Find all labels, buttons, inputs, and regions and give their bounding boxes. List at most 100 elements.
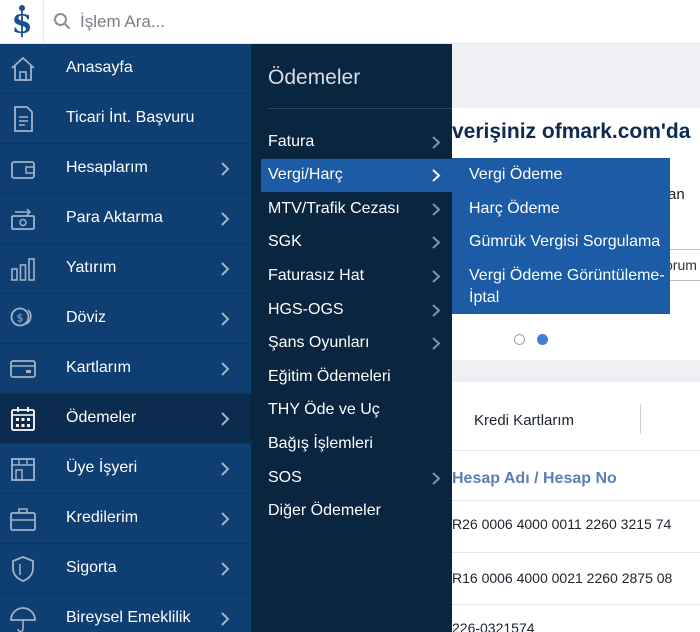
sidebar-item-para-aktarma[interactable]: Para Aktarma xyxy=(0,194,251,244)
chevron-right-icon xyxy=(221,362,230,376)
submenu-item-hgs-ogs[interactable]: HGS-OGS xyxy=(261,294,452,327)
briefcase-icon xyxy=(10,508,36,531)
row-divider xyxy=(452,604,700,605)
chevron-right-icon xyxy=(221,462,230,476)
table-row[interactable]: 226-0321574 xyxy=(452,620,535,632)
submenu-item-label: Bağış İşlemleri xyxy=(268,435,373,452)
sidebar-item-sigorta[interactable]: Sigorta xyxy=(0,544,251,594)
home-icon xyxy=(11,57,35,81)
submenu-item-label: Eğitim Ödemeleri xyxy=(268,368,391,385)
sidebar-item-label: Para Aktarma xyxy=(66,209,163,226)
chevron-right-icon xyxy=(432,304,441,317)
submenu-item-bagis-islemleri[interactable]: Bağış İşlemleri xyxy=(261,428,452,461)
sidebar-item-label: Anasayfa xyxy=(66,59,133,76)
dashboard-content: verişiniz ofmark.com'da an orum Kredi Ka… xyxy=(452,44,700,632)
tab-credit-cards[interactable]: Kredi Kartlarım xyxy=(474,412,574,429)
sidebar-item-label: Yatırım xyxy=(66,259,117,276)
coins-icon: $ xyxy=(10,307,32,327)
payments-submenu: Ödemeler Fatura Vergi/Harç MTV/Trafik Ce… xyxy=(251,44,452,632)
chevron-right-icon xyxy=(432,169,441,182)
chevron-right-icon xyxy=(221,212,230,226)
chevron-right-icon xyxy=(432,236,441,249)
submenu-item-sos[interactable]: SOS xyxy=(261,462,452,495)
banner-text: verişiniz ofmark.com'da xyxy=(452,120,691,143)
submenu-item-label: SGK xyxy=(268,233,302,250)
carousel-dot[interactable] xyxy=(514,334,525,345)
sidebar-item-label: Bireysel Emeklilik xyxy=(66,609,191,626)
chevron-right-icon xyxy=(432,136,441,149)
flyout-item-vergi-odeme-goruntuleme-iptal[interactable]: Vergi Ödeme Görüntüleme-İptal xyxy=(469,265,665,309)
search-icon xyxy=(54,13,70,29)
submenu-item-diger-odemeler[interactable]: Diğer Ödemeler xyxy=(261,495,452,528)
submenu-item-fatura[interactable]: Fatura xyxy=(261,126,452,159)
svg-text:$: $ xyxy=(17,312,24,325)
flyout-item-harc-odeme[interactable]: Harç Ödeme xyxy=(469,198,665,220)
top-bar: $ xyxy=(0,0,700,44)
sidebar-item-hesaplarim[interactable]: Hesaplarım xyxy=(0,144,251,194)
submenu-item-sgk[interactable]: SGK xyxy=(261,226,452,259)
sidebar-item-label: Hesaplarım xyxy=(66,159,148,176)
table-row[interactable]: R26 0006 4000 0011 2260 3215 74 xyxy=(452,516,671,532)
submenu-item-egitim-odemeleri[interactable]: Eğitim Ödemeleri xyxy=(261,361,452,394)
chevron-right-icon xyxy=(221,312,230,326)
main-sidebar: Anasayfa Ticari İnt. Başvuru Hesaplarım … xyxy=(0,44,251,632)
sidebar-item-label: Kartlarım xyxy=(66,359,131,376)
isbank-logo[interactable]: $ xyxy=(0,0,44,44)
submenu-title: Ödemeler xyxy=(268,66,361,89)
flyout-item-gumruk-vergisi-sorgulama[interactable]: Gümrük Vergisi Sorgulama xyxy=(469,231,665,253)
submenu-item-label: SOS xyxy=(268,469,302,486)
storefront-icon xyxy=(11,458,35,481)
sidebar-item-yatirim[interactable]: Yatırım xyxy=(0,244,251,294)
document-icon xyxy=(14,106,33,132)
submenu-item-label: Fatura xyxy=(268,133,315,150)
submenu-item-label: Faturasız Hat xyxy=(268,267,365,284)
flyout-item-vergi-odeme[interactable]: Vergi Ödeme xyxy=(469,164,665,186)
row-divider xyxy=(452,552,700,553)
shield-icon xyxy=(12,556,34,582)
sidebar-item-label: Döviz xyxy=(66,309,107,326)
table-row[interactable]: R16 0006 4000 0021 2260 2875 08 xyxy=(452,570,672,586)
tab-divider xyxy=(452,450,700,451)
carousel-dot-active[interactable] xyxy=(537,334,548,345)
sidebar-item-anasayfa[interactable]: Anasayfa xyxy=(0,44,251,94)
wallet-icon xyxy=(11,161,35,179)
submenu-item-thy-ode-uc[interactable]: THY Öde ve Uç xyxy=(261,394,452,427)
sidebar-item-label: Ödemeler xyxy=(66,409,137,426)
submenu-item-label: HGS-OGS xyxy=(268,301,344,318)
chevron-right-icon xyxy=(432,203,441,216)
svg-text:$: $ xyxy=(11,6,32,40)
sidebar-item-uye-isyeri[interactable]: Üye İşyeri xyxy=(0,444,251,494)
umbrella-icon xyxy=(10,607,36,632)
submenu-item-faturasiz-hat[interactable]: Faturasız Hat xyxy=(261,260,452,293)
chevron-right-icon xyxy=(432,270,441,283)
chevron-right-icon xyxy=(221,162,230,176)
submenu-divider xyxy=(268,108,452,109)
submenu-item-mtv-trafik[interactable]: MTV/Trafik Cezası xyxy=(261,193,452,226)
sidebar-item-bireysel-emeklilik[interactable]: Bireysel Emeklilik xyxy=(0,594,251,632)
search-input[interactable] xyxy=(80,8,480,36)
sidebar-item-label: Ticari İnt. Başvuru xyxy=(66,109,195,126)
chevron-right-icon xyxy=(432,472,441,485)
tab-separator xyxy=(640,404,641,434)
sidebar-item-doviz[interactable]: $ Döviz xyxy=(0,294,251,344)
credit-card-icon xyxy=(10,360,36,378)
sidebar-item-ticari-basvuru[interactable]: Ticari İnt. Başvuru xyxy=(0,94,251,144)
money-transfer-icon xyxy=(11,208,35,230)
sidebar-item-kartlarim[interactable]: Kartlarım xyxy=(0,344,251,394)
row-divider xyxy=(452,500,700,501)
submenu-item-sans-oyunlari[interactable]: Şans Oyunları xyxy=(261,327,452,360)
chevron-right-icon xyxy=(221,562,230,576)
bar-chart-icon xyxy=(11,258,35,281)
submenu-item-vergi-harc[interactable]: Vergi/Harç xyxy=(261,159,452,192)
chevron-right-icon xyxy=(221,612,230,626)
accounts-card: Kredi Kartlarım Hesap Adı / Hesap No R26… xyxy=(452,382,700,632)
chevron-right-icon xyxy=(221,262,230,276)
calendar-icon xyxy=(11,407,35,431)
submenu-item-label: Şans Oyunları xyxy=(268,334,370,351)
chevron-right-icon xyxy=(432,337,441,350)
sidebar-item-odemeler[interactable]: Ödemeler xyxy=(0,394,251,444)
sidebar-item-kredilerim[interactable]: Kredilerim xyxy=(0,494,251,544)
chevron-right-icon xyxy=(221,412,230,426)
submenu-item-label: MTV/Trafik Cezası xyxy=(268,200,400,217)
sidebar-item-label: Sigorta xyxy=(66,559,117,576)
